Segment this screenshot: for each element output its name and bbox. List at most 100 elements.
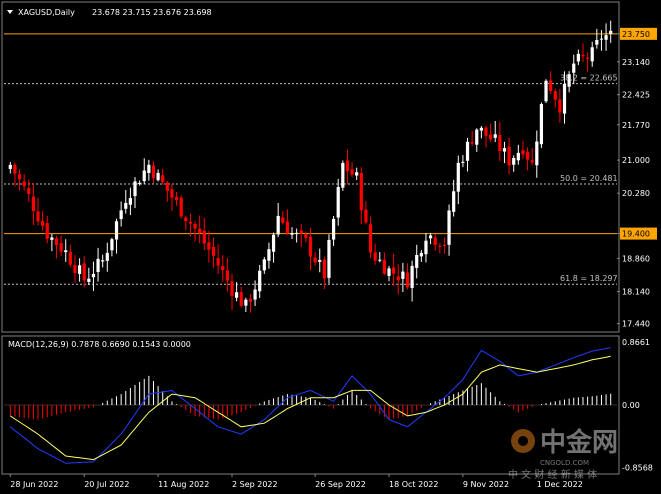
bull-candle [456,155,460,205]
candle-body [489,134,493,140]
candle-body [350,169,354,175]
price-axis-label: 21.000 [622,156,650,165]
candle-body [549,80,553,92]
price-axis-label: 18.140 [622,287,650,296]
bear-candle [165,180,169,202]
candle-body [59,243,63,252]
bull-candle [327,234,331,284]
bear-candle [207,230,211,263]
candle-body [36,211,40,222]
candle-body [128,198,132,205]
candle-body [456,162,460,192]
candle-body [207,242,211,250]
candle-body [124,202,128,209]
candle-body [114,221,119,240]
bear-candle [59,235,63,256]
bear-candle [470,130,474,146]
bear-candle [174,192,179,206]
bull-candle [516,144,520,165]
bear-candle [585,52,590,72]
bear-candle [498,121,502,162]
bull-candle [609,20,613,43]
bear-candle [151,161,156,184]
bear-candle [68,244,72,268]
candle-body [82,263,86,281]
candle-body [484,127,488,136]
bull-candle [50,234,54,252]
bear-candle [521,140,525,159]
candle-body [8,164,12,169]
candle-body [433,237,437,245]
candle-body [392,267,396,274]
chart-canvas: 38.2 = 22.66550.0 = 20.48161.8 = 18.297 … [1,1,657,489]
candle-body [304,233,308,238]
bull-candle [355,167,359,181]
candle-body [535,141,539,166]
bull-candle [101,254,105,268]
bull-candle [428,232,433,245]
bull-candle [419,249,423,262]
bull-candle [295,228,299,243]
candle-body [415,254,419,268]
bear-candle [239,286,243,308]
bull-candle [156,169,160,182]
bull-candle [410,260,414,302]
bear-candle [507,137,511,175]
bull-candle [64,239,68,262]
candle-body [156,172,160,181]
candle-body [419,252,423,257]
candle-body [336,187,340,218]
candle-body [525,151,530,160]
bull-candle [604,23,608,51]
bull-candle [336,178,340,226]
bull-candle [262,256,266,274]
candle-body [341,162,345,188]
bear-candle [308,227,313,271]
symbol-dropdown-icon[interactable] [7,10,13,14]
bear-candle [202,217,206,251]
bull-candle [138,180,142,186]
candle-body [438,245,442,247]
candle-body [493,134,497,138]
bull-candle [258,264,262,299]
candle-body [558,99,562,113]
price-axis-label: 22.425 [622,91,650,100]
candle-body [599,38,604,40]
candle-body [581,54,585,57]
candle-body [258,270,262,292]
brand-name: 中金网 [540,427,618,458]
candle-body [165,182,169,191]
candle-body [184,217,188,222]
candle-body [138,182,142,184]
candle-body [530,160,534,163]
candle-body [410,265,414,288]
brand-site: CNGOLD.COM [540,459,589,467]
candle-body [285,221,290,234]
bear-candle [73,255,77,283]
bull-candle [267,242,271,269]
candle-body [248,298,253,302]
candle-body [31,196,36,212]
candle-body [355,172,359,176]
candle-body [475,129,479,145]
bear-candle [299,224,303,248]
bear-candle [553,88,557,108]
bear-candle [396,264,400,295]
candle-body [327,239,331,278]
bull-candle [424,232,428,263]
bull-candle [512,155,516,172]
bear-candle [581,43,585,63]
candle-body [262,259,266,271]
candle-body [405,272,410,288]
bear-candle [211,237,216,268]
fib-level-label: 61.8 = 18.297 [560,274,618,283]
bull-candle [271,232,276,263]
bull-candle [539,102,544,148]
candle-body [27,188,31,195]
candle-body [174,196,179,200]
bull-candle [387,265,391,282]
bull-candle [452,179,456,217]
bear-candle [17,169,22,191]
bull-candle [595,28,599,49]
candle-body [239,292,243,306]
